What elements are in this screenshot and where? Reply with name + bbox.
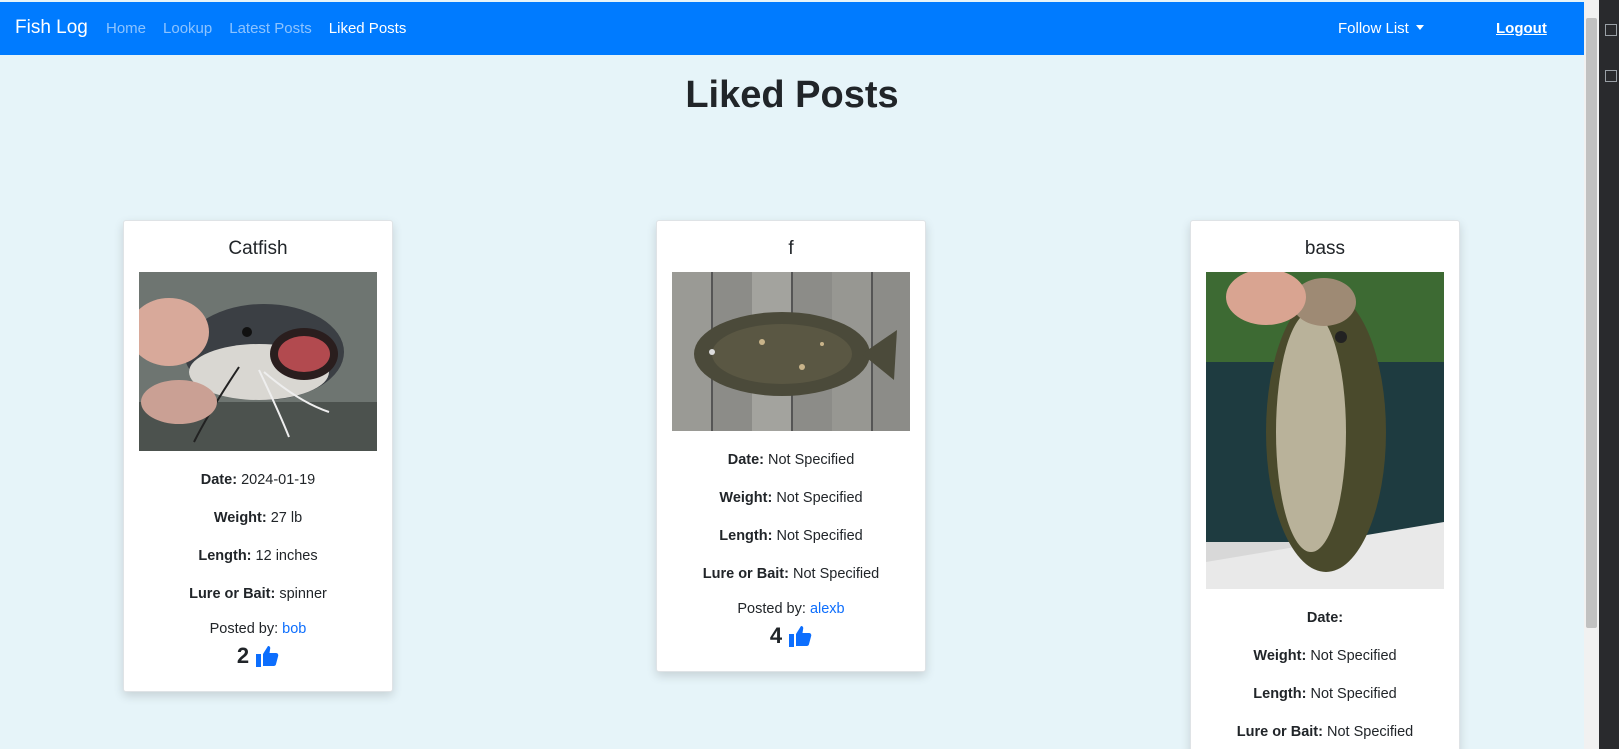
weight-value: 27 lb xyxy=(270,510,303,526)
length-label: Length: xyxy=(198,548,252,564)
date-field: Date: xyxy=(1191,609,1459,627)
post-details: Date: 2024-01-19 Weight: 27 lb Length: 1… xyxy=(124,471,392,669)
weight-value: Not Specified xyxy=(776,490,863,506)
posted-by-label: Posted by: xyxy=(209,621,279,637)
weight-field: Weight: 27 lb xyxy=(124,509,392,527)
lure-label: Lure or Bait: xyxy=(702,566,789,582)
length-field: Length: Not Specified xyxy=(657,527,925,545)
like-count: 2 xyxy=(236,643,250,668)
user-link[interactable]: alexb xyxy=(810,601,845,617)
like-count: 4 xyxy=(769,623,783,648)
logout-link[interactable]: Logout xyxy=(1496,20,1547,37)
device-toggle-icon[interactable] xyxy=(1605,70,1617,82)
nav-links: Home Lookup Latest Posts Liked Posts xyxy=(106,20,406,37)
posted-by: Posted by: bob xyxy=(124,621,392,637)
follow-list-label: Follow List xyxy=(1338,20,1409,37)
weight-field: Weight: Not Specified xyxy=(657,489,925,507)
date-field: Date: 2024-01-19 xyxy=(124,471,392,489)
length-value: Not Specified xyxy=(1310,686,1397,702)
lure-label: Lure or Bait: xyxy=(1236,724,1323,740)
date-label: Date: xyxy=(1306,610,1344,626)
likes-row: 4 xyxy=(657,623,925,649)
scrollbar-thumb[interactable] xyxy=(1586,18,1597,628)
length-value: Not Specified xyxy=(776,528,863,544)
lure-field: Lure or Bait: Not Specified xyxy=(1191,723,1459,741)
lure-value: Not Specified xyxy=(1326,724,1414,740)
follow-list-dropdown[interactable]: Follow List xyxy=(1338,20,1424,37)
post-details: Date: Weight: Not Specified Length: Not … xyxy=(1191,609,1459,741)
weight-label: Weight: xyxy=(1253,648,1307,664)
thumbs-up-icon[interactable] xyxy=(255,645,279,667)
post-title: Catfish xyxy=(228,238,288,259)
length-label: Length: xyxy=(1253,686,1307,702)
side-panel-strip xyxy=(1599,0,1619,749)
weight-value: Not Specified xyxy=(1310,648,1397,664)
navbar: Fish Log Home Lookup Latest Posts Liked … xyxy=(0,2,1584,55)
nav-latest-posts[interactable]: Latest Posts xyxy=(229,20,312,37)
date-field: Date: Not Specified xyxy=(657,451,925,469)
length-field: Length: Not Specified xyxy=(1191,685,1459,703)
weight-label: Weight: xyxy=(213,510,267,526)
panel-layout-icon[interactable] xyxy=(1605,24,1617,36)
page-viewport: Fish Log Home Lookup Latest Posts Liked … xyxy=(0,0,1584,749)
length-label: Length: xyxy=(719,528,773,544)
date-label: Date: xyxy=(727,452,764,468)
nav-lookup[interactable]: Lookup xyxy=(163,20,212,37)
post-title: f xyxy=(788,238,794,259)
lure-label: Lure or Bait: xyxy=(189,586,276,602)
caret-down-icon xyxy=(1415,24,1424,30)
likes-row: 2 xyxy=(124,643,392,669)
length-field: Length: 12 inches xyxy=(124,547,392,565)
post-title: bass xyxy=(1304,238,1346,259)
lure-field: Lure or Bait: spinner xyxy=(124,585,392,603)
thumbs-up-icon[interactable] xyxy=(788,625,812,647)
weight-label: Weight: xyxy=(719,490,773,506)
lure-value: spinner xyxy=(279,586,327,602)
brand-link[interactable]: Fish Log xyxy=(15,17,88,39)
date-label: Date: xyxy=(200,472,238,488)
lure-value: Not Specified xyxy=(792,566,880,582)
date-value: 2024-01-19 xyxy=(241,472,316,488)
weight-field: Weight: Not Specified xyxy=(1191,647,1459,665)
date-value: Not Specified xyxy=(768,452,855,468)
post-details: Date: Not Specified Weight: Not Specifie… xyxy=(657,451,925,649)
posted-by: Posted by: alexb xyxy=(657,601,925,617)
page-title: Liked Posts xyxy=(685,74,899,116)
nav-home[interactable]: Home xyxy=(106,20,146,37)
user-link[interactable]: bob xyxy=(282,621,306,637)
catfish-photo xyxy=(139,272,377,451)
posted-by-label: Posted by: xyxy=(737,601,806,617)
lure-field: Lure or Bait: Not Specified xyxy=(657,565,925,583)
nav-liked-posts[interactable]: Liked Posts xyxy=(329,20,407,37)
flounder-photo xyxy=(672,272,910,431)
post-card: bass Date: Weight: Not Specified Length:… xyxy=(1190,220,1460,749)
bass-photo xyxy=(1206,272,1444,589)
post-card: f Date: Not Specified Weight: Not Specif… xyxy=(656,220,926,672)
post-card: Catfish Date: 2024-01-19 Weight: 27 lb L… xyxy=(123,220,393,692)
length-value: 12 inches xyxy=(255,548,318,564)
